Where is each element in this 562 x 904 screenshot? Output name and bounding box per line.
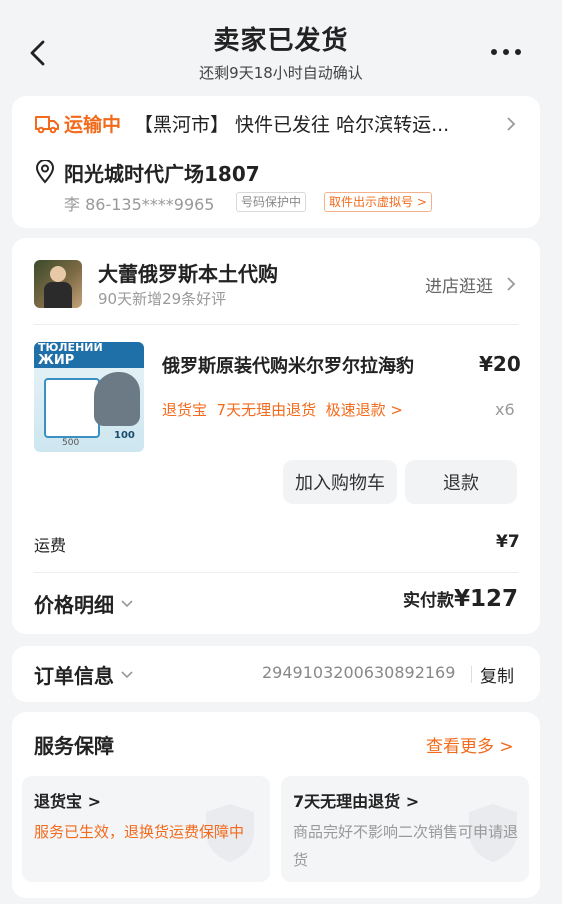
shipping-value: ¥7 bbox=[496, 532, 520, 552]
virtual-number-tag[interactable]: 取件出示虚拟号 > bbox=[324, 192, 432, 212]
service-return-insurance[interactable]: 退货宝 > 服务已生效，退换货运费保障中 bbox=[22, 776, 270, 882]
chevron-right-icon bbox=[506, 276, 516, 292]
order-card: 大蕾俄罗斯本土代购 90天新增29条好评 进店逛逛 ТЮЛЕНИЙ ЖИР 10… bbox=[12, 238, 540, 634]
price-detail-toggle[interactable]: 价格明细 bbox=[34, 588, 134, 618]
phone-protect-tag: 号码保护中 bbox=[236, 192, 307, 212]
logistics-detail: 【黑河市】 快件已发往 哈尔滨转运... bbox=[134, 114, 450, 136]
logistics-row[interactable]: 运输中 【黑河市】 快件已发往 哈尔滨转运... bbox=[12, 96, 540, 152]
location-pin-icon bbox=[34, 160, 56, 184]
service-card-desc: 服务已生效，退换货运费保障中 bbox=[34, 823, 245, 841]
order-info-card: 订单信息 2949103200630892169 复制 bbox=[12, 646, 540, 702]
service-card-title: 退货宝 > bbox=[34, 792, 101, 811]
chevron-right-icon bbox=[506, 116, 516, 132]
shop-avatar[interactable] bbox=[34, 260, 82, 308]
service-card-desc: 商品完好不影响二次销售可申请退货 bbox=[293, 823, 519, 869]
paid-label: 实付款 bbox=[402, 591, 454, 611]
order-info-label: 订单信息 bbox=[34, 663, 114, 688]
divider bbox=[34, 572, 518, 573]
paid-amount: 实付款 ¥127 bbox=[403, 586, 518, 612]
product-services[interactable]: 退货宝 7天无理由退货 极速退款 > bbox=[162, 399, 403, 420]
service-title: 服务保障 bbox=[34, 734, 114, 758]
add-to-cart-button[interactable]: 加入购物车 bbox=[283, 460, 397, 504]
service-card-title: 7天无理由退货 > bbox=[293, 792, 420, 811]
divider bbox=[471, 666, 472, 683]
divider bbox=[34, 324, 518, 325]
product-image-text: 100 bbox=[114, 430, 135, 441]
address-contact: 李 86-135****9965 bbox=[64, 195, 215, 214]
product-image-text: ЖИР bbox=[38, 353, 75, 368]
chevron-down-icon bbox=[120, 598, 134, 608]
paid-value: ¥127 bbox=[453, 586, 518, 612]
copy-button[interactable]: 复制 bbox=[480, 662, 514, 687]
page-title: 卖家已发货 bbox=[213, 26, 349, 56]
page-subtitle: 还剩9天18小时自动确认 bbox=[199, 64, 363, 82]
product-image-text: 500 bbox=[62, 438, 80, 448]
shop-name[interactable]: 大蕾俄罗斯本土代购 bbox=[98, 258, 278, 287]
order-number: 2949103200630892169 bbox=[262, 663, 456, 682]
chevron-down-icon bbox=[120, 669, 134, 679]
product-quantity: x6 bbox=[495, 400, 515, 419]
product-price: ¥20 bbox=[479, 352, 521, 376]
shipping-label: 运费 bbox=[34, 536, 67, 555]
more-icon[interactable] bbox=[490, 48, 522, 56]
service-more-link[interactable]: 查看更多 > bbox=[426, 732, 514, 757]
address-place: 阳光城时代广场1807 bbox=[64, 162, 260, 186]
service-7day-return[interactable]: 7天无理由退货 > 商品完好不影响二次销售可申请退货 bbox=[281, 776, 529, 882]
order-info-toggle[interactable]: 订单信息 bbox=[34, 659, 134, 689]
logistics-status: 运输中 bbox=[64, 114, 122, 136]
refund-button[interactable]: 退款 bbox=[405, 460, 517, 504]
shop-review-count: 90天新增29条好评 bbox=[98, 290, 227, 308]
price-detail-label: 价格明细 bbox=[34, 592, 114, 617]
product-title[interactable]: 俄罗斯原装代购米尔罗尔拉海豹 bbox=[162, 352, 414, 378]
truck-icon bbox=[34, 114, 60, 134]
logistics-card: 运输中 【黑河市】 快件已发往 哈尔滨转运... 阳光城时代广场1807 李 8… bbox=[12, 96, 540, 228]
enter-shop-link[interactable]: 进店逛逛 bbox=[425, 272, 493, 297]
product-image[interactable]: ТЮЛЕНИЙ ЖИР 100 500 bbox=[34, 342, 144, 452]
